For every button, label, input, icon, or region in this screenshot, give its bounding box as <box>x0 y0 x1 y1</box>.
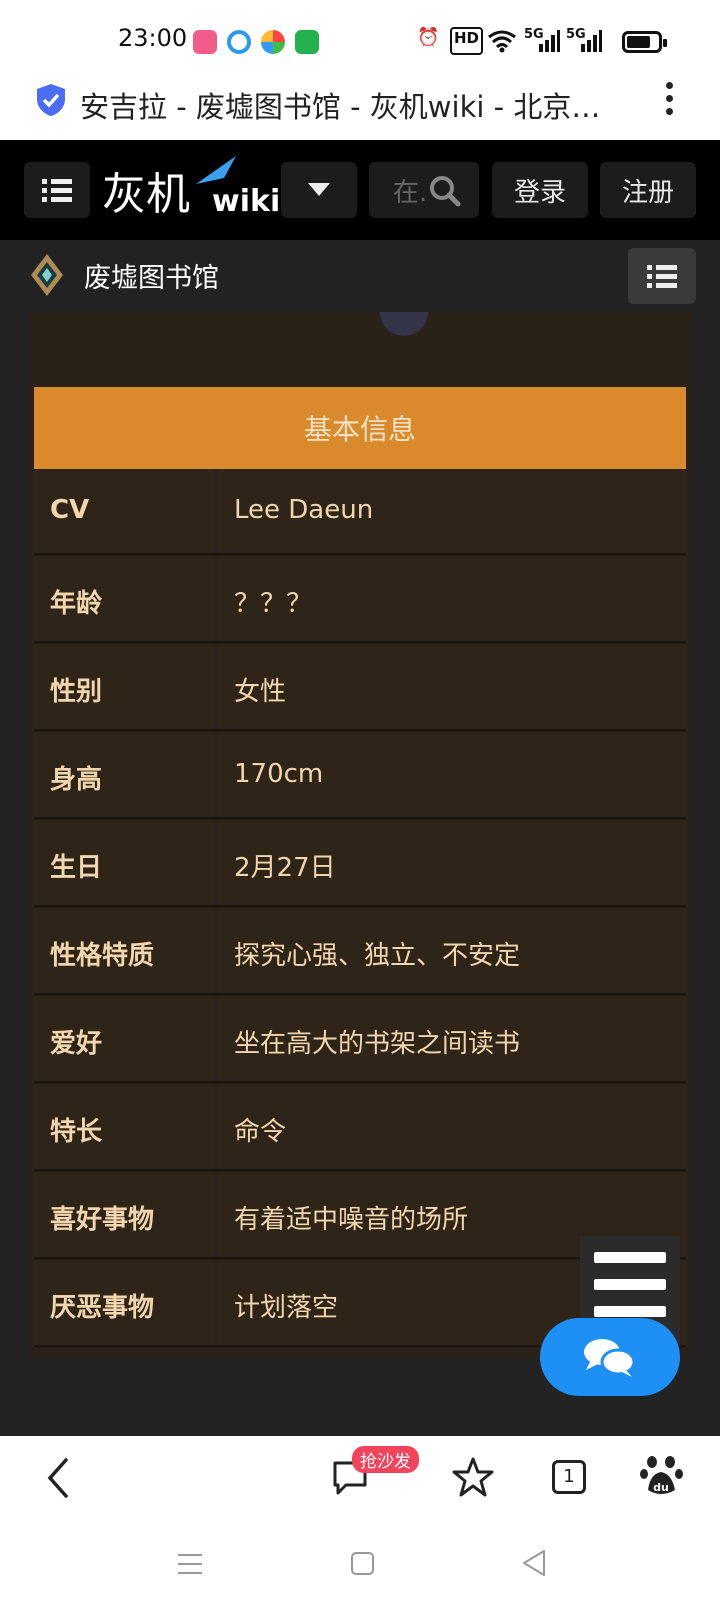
paper-plane-icon <box>196 156 236 184</box>
pinwheel-app-icon <box>261 30 285 54</box>
bilibili-app-icon <box>193 30 217 54</box>
comment-badge: 抢沙发 <box>352 1446 419 1473</box>
row-value: 2月27日 <box>218 821 686 905</box>
search-icon[interactable] <box>429 175 461 207</box>
infobox-header: 基本信息 <box>34 387 686 469</box>
shield-icon <box>37 84 65 116</box>
row-value: Lee Daeun <box>218 469 686 553</box>
row-value: 探究心强、独立、不安定 <box>218 909 686 993</box>
home-icon[interactable] <box>350 1550 376 1578</box>
browser-toolbar: 抢沙发 1 du <box>0 1436 720 1532</box>
table-row: CV Lee Daeun <box>34 469 686 555</box>
register-button[interactable]: 注册 <box>600 162 696 218</box>
alarm-icon: ⏰ <box>417 27 440 48</box>
wiki-emblem-icon[interactable] <box>28 252 66 298</box>
row-key: 特长 <box>34 1085 214 1169</box>
recents-icon[interactable] <box>176 1550 204 1578</box>
row-key: 性格特质 <box>34 909 214 993</box>
battery-icon <box>622 31 667 53</box>
more-menu-icon[interactable] <box>664 82 674 122</box>
logo-wiki-text: wiki <box>212 184 281 219</box>
wiki-menu-button[interactable] <box>628 248 696 304</box>
site-menu-button[interactable] <box>24 162 90 218</box>
chat-bubbles-icon <box>584 1339 636 1377</box>
status-bar: 23:00 ⏰ HD 5G 5G <box>0 0 720 78</box>
search-placeholder: 在. <box>393 177 428 208</box>
site-header: 灰机 wiki 在. 登录 注册 <box>0 140 720 240</box>
row-key: 爱好 <box>34 997 214 1081</box>
status-time: 23:00 <box>118 24 188 52</box>
row-value: 170cm <box>218 733 686 817</box>
table-row: 年龄？？？ <box>34 557 686 643</box>
table-row: 特长 命令 <box>34 1085 686 1171</box>
row-key: 厌恶事物 <box>34 1261 214 1345</box>
row-value: ？？？ <box>218 557 686 641</box>
table-row: 性格特质 探究心强、独立、不安定 <box>34 909 686 995</box>
site-logo[interactable]: 灰机 wiki <box>102 156 280 222</box>
list-icon <box>647 265 677 288</box>
dropdown-button[interactable] <box>281 162 357 218</box>
system-navigation-bar <box>0 1532 720 1608</box>
row-key: CV <box>34 469 214 553</box>
quark-app-icon <box>227 30 251 54</box>
back-triangle-icon[interactable] <box>520 1548 548 1578</box>
table-row: 爱好 坐在高大的书架之间读书 <box>34 997 686 1083</box>
row-value: 命令 <box>218 1085 686 1169</box>
star-icon[interactable] <box>452 1456 494 1498</box>
row-value: 女性 <box>218 645 686 729</box>
list-icon <box>42 179 72 202</box>
row-key: 喜好事物 <box>34 1173 214 1257</box>
signal-bars-icon <box>581 30 602 52</box>
browser-title-bar: 安吉拉 - 废墟图书馆 - 灰机wiki - 北京… <box>0 78 720 140</box>
wiki-name[interactable]: 废墟图书馆 <box>84 256 219 295</box>
caret-down-icon <box>308 183 330 196</box>
login-button[interactable]: 登录 <box>492 162 588 218</box>
tabs-button[interactable]: 1 <box>552 1460 586 1494</box>
chat-button[interactable] <box>540 1318 680 1396</box>
table-row: 生日 2月27日 <box>34 821 686 907</box>
baidu-paw-icon[interactable]: du <box>640 1454 684 1498</box>
battery-level <box>627 36 650 48</box>
svg-text:du: du <box>653 1481 669 1494</box>
search-box[interactable]: 在. <box>369 162 479 218</box>
table-row: 性别 女性 <box>34 645 686 731</box>
logo-text: 灰机 <box>102 169 190 220</box>
table-row: 身高 170cm <box>34 733 686 819</box>
row-key: 性别 <box>34 645 214 729</box>
row-key: 生日 <box>34 821 214 905</box>
row-key: 年龄 <box>34 557 214 641</box>
wifi-icon <box>488 30 516 53</box>
back-icon[interactable] <box>44 1456 72 1500</box>
row-value: 坐在高大的书架之间读书 <box>218 997 686 1081</box>
wiki-sub-header: 废墟图书馆 <box>0 240 720 312</box>
signal-bars-icon <box>539 30 560 52</box>
update-app-icon <box>295 30 319 54</box>
row-key: 身高 <box>34 733 214 817</box>
hd-icon: HD <box>450 27 484 55</box>
page-title[interactable]: 安吉拉 - 废墟图书馆 - 灰机wiki - 北京… <box>80 84 600 126</box>
